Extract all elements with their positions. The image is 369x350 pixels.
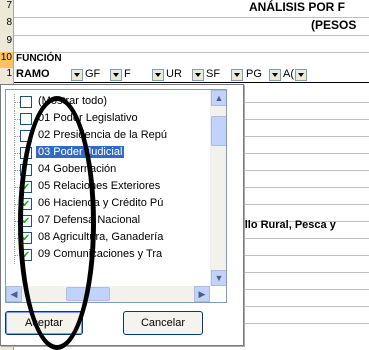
column-header-gf: GF [85,68,101,80]
row-header[interactable]: 10 [0,52,14,68]
column-header-f: F [124,68,131,80]
row-header[interactable]: 8 [0,17,14,35]
funcion-label: FUNCIÓN [16,53,62,64]
column-header-sf: SF [206,68,221,80]
filter-dropdown-button[interactable] [231,69,243,81]
checkbox[interactable] [20,96,32,108]
row-header[interactable]: 7 [0,0,14,17]
scroll-up-icon[interactable]: ▲ [211,90,226,106]
filter-dropdown-button[interactable] [152,69,164,81]
checkbox[interactable] [20,113,32,125]
row-header[interactable]: 9 [0,35,14,52]
row-header[interactable]: 1 [0,68,14,85]
report-subtitle: (PESOS [311,18,357,32]
column-header-ramo: RAMO [16,68,50,80]
scroll-thumb[interactable] [211,116,226,146]
scroll-down-icon[interactable]: ▼ [211,270,226,286]
report-title: ANÁLISIS POR F [249,0,346,14]
filter-dropdown-button[interactable] [71,69,83,81]
cell-text[interactable]: ollo Rural, Pesca y [238,219,336,231]
column-header-a: A( [283,68,294,80]
scroll-left-icon[interactable]: ◀ [6,286,22,302]
filter-dropdown-button[interactable] [192,69,204,81]
vertical-scrollbar[interactable]: ▲ ▼ [210,90,226,286]
column-header-ur: UR [166,68,182,80]
grid-line [14,52,369,53]
annotation-oval [18,96,96,350]
cancel-button[interactable]: Cancelar [123,311,203,335]
filter-header-row: RAMO GF F UR SF PG A( [14,67,369,83]
filter-dropdown-button[interactable] [110,69,122,81]
column-header-pg: PG [246,68,262,80]
grid-line [14,35,369,36]
filter-dropdown-button[interactable] [269,69,281,81]
scroll-right-icon[interactable]: ▶ [194,286,210,302]
filter-dropdown-button[interactable] [295,69,307,81]
list-item[interactable]: (Mostrar todo) [6,94,216,111]
